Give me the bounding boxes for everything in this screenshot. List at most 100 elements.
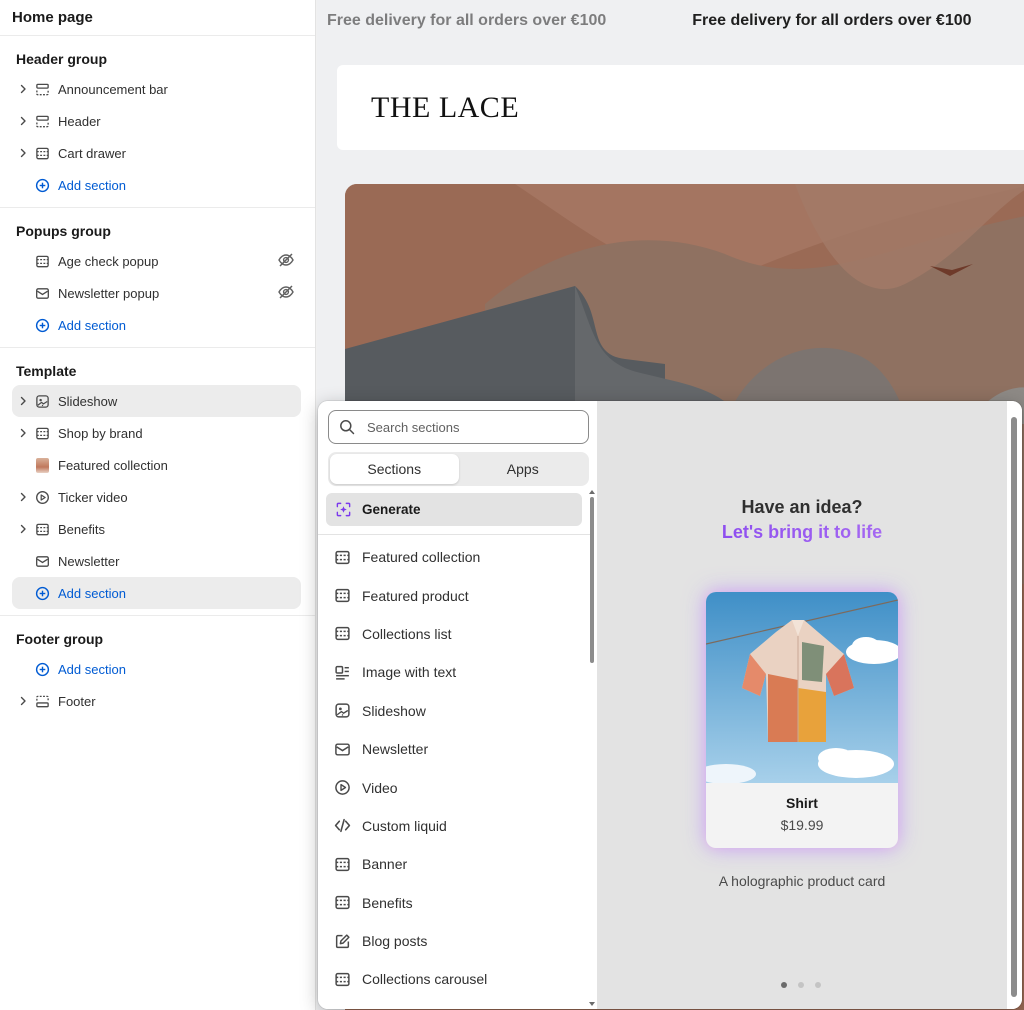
sidebar-item-label: Age check popup (58, 253, 159, 269)
hidden-eye-icon[interactable] (277, 251, 301, 272)
section-footer-icon (34, 693, 50, 709)
sidebar-item-header[interactable]: Header (12, 105, 301, 137)
section-option-video[interactable]: Video (326, 768, 590, 806)
group-title: Popups group (16, 223, 111, 239)
sidebar-item-label: Ticker video (58, 489, 128, 505)
section-option-featured-product[interactable]: Featured product (326, 576, 590, 614)
group-popups-group: Popups group Age check popup Newsletter po… (0, 208, 315, 348)
section-option-banner[interactable]: Banner (326, 845, 590, 883)
promo-scrollbar[interactable] (1007, 401, 1022, 1009)
chevron-right-icon[interactable] (12, 696, 34, 706)
sidebar-item-label: Benefits (58, 521, 105, 537)
sidebar-item-ticker-video[interactable]: Ticker video (12, 481, 301, 513)
play-icon (334, 779, 362, 796)
promo-subtitle: Let's bring it to life (597, 522, 1007, 543)
scroll-thumb[interactable] (1011, 417, 1017, 997)
tab-apps[interactable]: Apps (459, 454, 588, 484)
carousel-dot[interactable] (815, 982, 821, 988)
section-option-label: Collections carousel (362, 971, 488, 988)
section-option-blog-posts[interactable]: Blog posts (326, 922, 590, 960)
section-option-featured-collection[interactable]: Featured collection (326, 538, 590, 576)
section-icon (34, 425, 50, 441)
section-option-custom-liquid[interactable]: Custom liquid (326, 807, 590, 845)
section-option-label: Banner (362, 856, 408, 873)
group-header-group: Header group Announcement bar Header Cart d… (0, 36, 315, 208)
chevron-right-icon[interactable] (12, 492, 34, 502)
add-section-label: Add section (58, 177, 126, 193)
edit-icon (334, 933, 362, 950)
add-section-label: Add section (58, 585, 126, 601)
section-option-benefits[interactable]: Benefits (326, 884, 590, 922)
tab-sections[interactable]: Sections (330, 454, 459, 484)
section-option-newsletter[interactable]: Newsletter (326, 730, 590, 768)
section-option-image-with-text[interactable]: Image with text (326, 653, 590, 691)
group-footer-group: Footer group Add section Footer (0, 616, 315, 723)
search-icon (340, 420, 355, 435)
scroll-down-arrow-icon[interactable] (589, 1001, 595, 1007)
mail-icon (34, 553, 50, 569)
store-header[interactable]: THE LACE (337, 65, 1024, 150)
section-option-label: Featured collection (362, 549, 481, 566)
add-section-button[interactable]: Add section (12, 577, 301, 609)
sidebar-item-newsletter[interactable]: Newsletter (12, 545, 301, 577)
sidebar-item-newsletter-popup[interactable]: Newsletter popup (12, 277, 301, 309)
product-thumbnail (34, 457, 50, 473)
sidebar-item-slideshow[interactable]: Slideshow (12, 385, 301, 417)
section-icon (334, 625, 362, 642)
add-section-label: Add section (58, 317, 126, 333)
shirt-product-image (706, 592, 898, 783)
mail-icon (34, 285, 50, 301)
sidebar-item-cart-drawer[interactable]: Cart drawer (12, 137, 301, 169)
add-section-popover: Sections Apps Generate Featured collecti… (318, 401, 1022, 1009)
store-logo: THE LACE (371, 91, 520, 124)
section-option-label: Featured product (362, 587, 469, 604)
search-sections-field[interactable] (328, 410, 589, 444)
sidebar-item-featured-collection[interactable]: Featured collection (12, 449, 301, 481)
add-section-button[interactable]: Add section (12, 653, 301, 685)
sidebar-item-shop-by-brand[interactable]: Shop by brand (12, 417, 301, 449)
group-title: Footer group (16, 631, 104, 647)
section-option-collections-list[interactable]: Collections list (326, 615, 590, 653)
chevron-right-icon[interactable] (12, 524, 34, 534)
ai-generate-icon (336, 502, 351, 517)
carousel-dot[interactable] (781, 982, 787, 988)
sidebar-item-label: Newsletter popup (58, 285, 160, 301)
section-option-slideshow[interactable]: Slideshow (326, 692, 590, 730)
section-header-icon (34, 81, 50, 97)
sidebar-item-label: Cart drawer (58, 145, 126, 161)
section-option-collections-carousel[interactable]: Collections carousel (326, 960, 590, 998)
section-icon (334, 971, 362, 988)
chevron-right-icon[interactable] (12, 84, 34, 94)
chevron-right-icon[interactable] (12, 148, 34, 158)
section-header-icon (34, 113, 50, 129)
section-list-scrollbar[interactable] (589, 489, 595, 1009)
divider (318, 534, 590, 535)
plus-circle-icon (34, 177, 50, 193)
carousel-dot[interactable] (798, 982, 804, 988)
chevron-right-icon[interactable] (12, 428, 34, 438)
section-icon (34, 145, 50, 161)
section-icon (334, 856, 362, 873)
group-title: Template (16, 363, 77, 379)
chevron-right-icon[interactable] (12, 116, 34, 126)
plus-circle-icon (34, 661, 50, 677)
plus-circle-icon (34, 317, 50, 333)
chevron-right-icon[interactable] (12, 396, 34, 406)
section-groups: Header group Announcement bar Header Cart d… (0, 36, 315, 723)
sidebar-item-age-check-popup[interactable]: Age check popup (12, 245, 301, 277)
sidebar-item-announcement-bar[interactable]: Announcement bar (12, 73, 301, 105)
generate-label: Generate (362, 502, 421, 517)
sidebar-item-benefits[interactable]: Benefits (12, 513, 301, 545)
scroll-thumb[interactable] (590, 497, 594, 663)
section-option-label: Image with text (362, 664, 457, 681)
add-section-button[interactable]: Add section (12, 169, 301, 201)
search-sections-input[interactable] (367, 419, 567, 435)
carousel-dots (781, 982, 821, 988)
hidden-eye-icon[interactable] (277, 283, 301, 304)
add-section-button[interactable]: Add section (12, 309, 301, 341)
scroll-up-arrow-icon[interactable] (589, 489, 595, 495)
generate-button[interactable]: Generate (326, 493, 582, 526)
announcement-bar[interactable]: Free delivery for all orders over €100 F… (327, 12, 972, 34)
section-icon (334, 894, 362, 911)
sidebar-item-footer[interactable]: Footer (12, 685, 301, 717)
